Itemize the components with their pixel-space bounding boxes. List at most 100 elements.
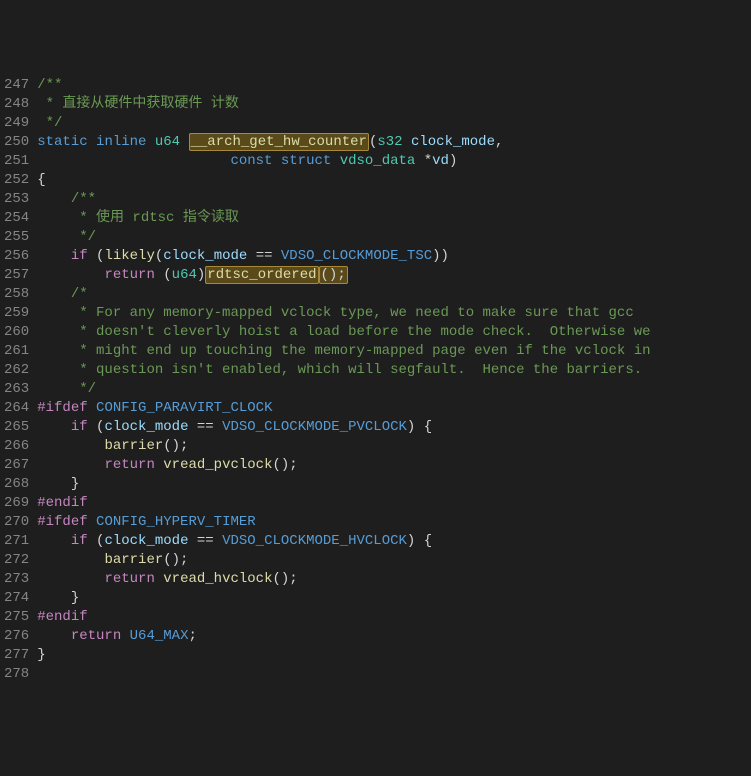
token: ) (449, 153, 457, 169)
code-line[interactable]: * might end up touching the memory-mappe… (37, 342, 751, 361)
token: static (37, 134, 87, 150)
line-number: 263 (4, 380, 29, 399)
token: barrier (104, 552, 163, 568)
code-line[interactable]: const struct vdso_data *vd) (37, 152, 751, 171)
token: * (415, 153, 432, 169)
token: VDSO_CLOCKMODE_TSC (281, 248, 432, 264)
code-line[interactable]: return (u64)rdtsc_ordered(); (37, 266, 751, 285)
token: return (104, 267, 154, 283)
token: #endif (37, 609, 87, 625)
code-line[interactable]: #ifdef CONFIG_HYPERV_TIMER (37, 513, 751, 532)
code-area[interactable]: /** * 直接从硬件中获取硬件 计数 */static inline u64 … (35, 76, 751, 681)
token (272, 153, 280, 169)
token (88, 400, 96, 416)
code-line[interactable]: * question isn't enabled, which will seg… (37, 361, 751, 380)
token: if (71, 419, 88, 435)
code-line[interactable]: * 直接从硬件中获取硬件 计数 (37, 95, 751, 114)
line-number: 266 (4, 437, 29, 456)
token (37, 571, 104, 587)
token: ) { (407, 419, 432, 435)
token: (); (319, 266, 348, 284)
token: __arch_get_hw_counter (189, 133, 369, 151)
code-line[interactable]: * 使用 rdtsc 指令读取 (37, 209, 751, 228)
token (37, 324, 71, 340)
token: if (71, 248, 88, 264)
code-editor[interactable]: 2472482492502512522532542552562572582592… (0, 76, 751, 681)
code-line[interactable]: #endif (37, 608, 751, 627)
token: ; (188, 628, 196, 644)
line-number: 268 (4, 475, 29, 494)
line-number: 252 (4, 171, 29, 190)
code-line[interactable]: */ (37, 114, 751, 133)
line-number: 275 (4, 608, 29, 627)
code-line[interactable]: */ (37, 380, 751, 399)
token: if (71, 533, 88, 549)
token: */ (37, 115, 62, 131)
token: #ifdef (37, 514, 87, 530)
code-line[interactable]: * doesn't cleverly hoist a load before t… (37, 323, 751, 342)
line-number-gutter: 2472482492502512522532542552562572582592… (0, 76, 35, 681)
token: u64 (155, 134, 180, 150)
line-number: 261 (4, 342, 29, 361)
code-line[interactable]: static inline u64 __arch_get_hw_counter(… (37, 133, 751, 152)
token: vread_pvclock (163, 457, 272, 473)
code-line[interactable]: * For any memory-mapped vclock type, we … (37, 304, 751, 323)
token: (); (163, 552, 188, 568)
code-line[interactable]: if (clock_mode == VDSO_CLOCKMODE_PVCLOCK… (37, 418, 751, 437)
line-number: 274 (4, 589, 29, 608)
token: U64_MAX (130, 628, 189, 644)
token: clock_mode (104, 419, 188, 435)
line-number: 253 (4, 190, 29, 209)
code-line[interactable]: */ (37, 228, 751, 247)
token (37, 248, 71, 264)
code-line[interactable]: } (37, 589, 751, 608)
token (37, 552, 104, 568)
code-line[interactable]: #endif (37, 494, 751, 513)
token (37, 343, 71, 359)
line-number: 256 (4, 247, 29, 266)
token: inline (96, 134, 146, 150)
code-line[interactable]: return vread_hvclock(); (37, 570, 751, 589)
token: } (37, 647, 45, 663)
token: vd (432, 153, 449, 169)
token (37, 362, 71, 378)
token (37, 533, 71, 549)
code-line[interactable]: { (37, 171, 751, 190)
code-line[interactable]: } (37, 475, 751, 494)
token: ( (88, 248, 105, 264)
code-line[interactable]: #ifdef CONFIG_PARAVIRT_CLOCK (37, 399, 751, 418)
code-line[interactable]: } (37, 646, 751, 665)
code-line[interactable]: /** (37, 190, 751, 209)
token: * doesn't cleverly hoist a load before t… (71, 324, 651, 340)
line-number: 264 (4, 399, 29, 418)
line-number: 260 (4, 323, 29, 342)
token (88, 514, 96, 530)
line-number: 271 (4, 532, 29, 551)
line-number: 250 (4, 133, 29, 152)
line-number: 259 (4, 304, 29, 323)
code-line[interactable]: /** (37, 76, 751, 95)
token (37, 305, 71, 321)
code-line[interactable]: return vread_pvclock(); (37, 456, 751, 475)
code-line[interactable]: if (likely(clock_mode == VDSO_CLOCKMODE_… (37, 247, 751, 266)
token: == (247, 248, 281, 264)
code-line[interactable]: if (clock_mode == VDSO_CLOCKMODE_HVCLOCK… (37, 532, 751, 551)
token: u64 (172, 267, 197, 283)
code-line[interactable]: barrier(); (37, 437, 751, 456)
token (37, 419, 71, 435)
token (37, 153, 230, 169)
token (37, 191, 71, 207)
token (155, 457, 163, 473)
code-line[interactable]: /* (37, 285, 751, 304)
code-line[interactable]: barrier(); (37, 551, 751, 570)
token: )) (432, 248, 449, 264)
token: #ifdef (37, 400, 87, 416)
line-number: 277 (4, 646, 29, 665)
line-number: 254 (4, 209, 29, 228)
token: /** (37, 77, 62, 93)
code-line[interactable] (37, 665, 751, 684)
token: return (104, 571, 154, 587)
token: */ (71, 381, 96, 397)
token: likely (104, 248, 154, 264)
code-line[interactable]: return U64_MAX; (37, 627, 751, 646)
